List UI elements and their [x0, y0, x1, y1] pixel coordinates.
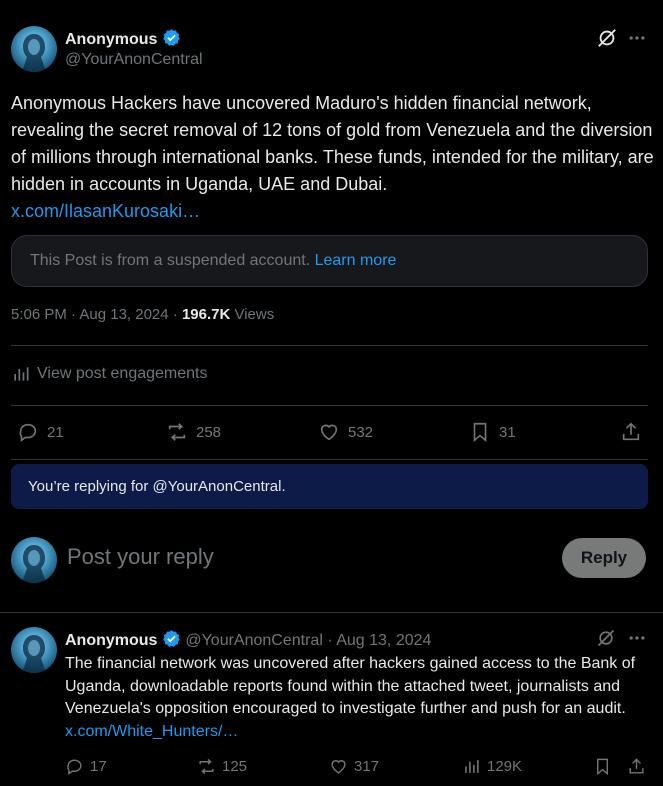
reply-views-count: 129K [487, 758, 523, 775]
verified-badge-icon [163, 630, 180, 647]
share-icon [629, 758, 644, 774]
analytics-icon [465, 760, 479, 773]
analytics-icon [14, 367, 29, 381]
views-count: 196.7K [181, 306, 231, 323]
divider [11, 459, 648, 460]
bookmark-icon [597, 758, 608, 776]
repost-icon [199, 758, 214, 775]
post-link[interactable]: x.com/IlasanKurosaki… [11, 201, 200, 221]
share-button[interactable] [620, 421, 642, 443]
reply-reply-count: 17 [90, 758, 107, 775]
more-icon[interactable] [627, 628, 647, 648]
bookmark-count: 31 [499, 423, 516, 441]
reply-count: 21 [47, 423, 64, 441]
reply-submit-button[interactable]: Reply [562, 538, 646, 578]
like-button[interactable]: 532 [318, 421, 373, 443]
divider [11, 405, 648, 406]
author-avatar[interactable] [11, 26, 57, 72]
repost-button[interactable]: 258 [166, 421, 221, 443]
reply-like-button[interactable]: 317 [329, 757, 379, 776]
view-engagements-button[interactable]: View post engagements [11, 364, 207, 384]
reply-share-button[interactable] [627, 757, 646, 776]
verified-badge-icon [163, 29, 180, 46]
suspended-notice: This Post is from a suspended account. L… [11, 235, 648, 287]
reply-author-name[interactable]: Anonymous [65, 632, 157, 649]
author-handle[interactable]: @YourAnonCentral [65, 51, 203, 69]
share-icon [622, 422, 640, 441]
repost-count: 258 [196, 423, 222, 441]
divider [11, 345, 648, 346]
repost-icon [168, 423, 186, 441]
reply-date[interactable]: · Aug 13, 2024 [323, 632, 431, 649]
bookmark-button[interactable]: 31 [469, 421, 516, 443]
like-count: 532 [348, 423, 374, 441]
reply-button[interactable]: 21 [17, 421, 64, 443]
like-icon [331, 760, 346, 774]
reply-views-button[interactable]: 129K [462, 757, 522, 776]
learn-more-link[interactable]: Learn more [315, 252, 397, 270]
reply-input[interactable]: Post your reply [67, 544, 537, 574]
reply-bookmark-button[interactable] [593, 757, 612, 776]
reply-submit-label: Reply [580, 548, 628, 567]
like-icon [320, 424, 338, 441]
reply-repost-button[interactable]: 125 [197, 757, 247, 776]
reply-context-text: You’re replying for @YourAnonCentral. [28, 478, 286, 495]
reply-reply-button[interactable]: 17 [65, 757, 107, 776]
reply-link[interactable]: x.com/White_Hunters/… [65, 723, 238, 740]
reply-repost-count: 125 [222, 758, 248, 775]
author-name[interactable]: Anonymous [65, 31, 157, 48]
more-icon[interactable] [627, 28, 647, 48]
reply-author-avatar[interactable] [11, 627, 57, 673]
suspended-notice-text: This Post is from a suspended account. [30, 252, 311, 269]
reply-icon [19, 423, 37, 442]
reply-text: The financial network was uncovered afte… [65, 655, 636, 717]
post-timestamp[interactable]: 5:06 PM · Aug 13, 2024 · [11, 306, 182, 323]
user-avatar[interactable] [11, 537, 57, 583]
reply-author-handle[interactable]: @YourAnonCentral [185, 632, 323, 649]
divider [0, 612, 663, 613]
view-engagements-label: View post engagements [37, 365, 208, 382]
reply-icon [67, 759, 82, 776]
reply-like-count: 317 [354, 758, 380, 775]
grok-icon[interactable] [596, 27, 618, 49]
bookmark-icon [473, 422, 487, 443]
views-label: Views [230, 306, 275, 323]
post-text: Anonymous Hackers have uncovered Maduro'… [11, 93, 654, 194]
reply-input-placeholder: Post your reply [67, 544, 214, 569]
reply-context-banner: You’re replying for @YourAnonCentral. [11, 464, 648, 509]
grok-icon[interactable] [596, 628, 616, 648]
